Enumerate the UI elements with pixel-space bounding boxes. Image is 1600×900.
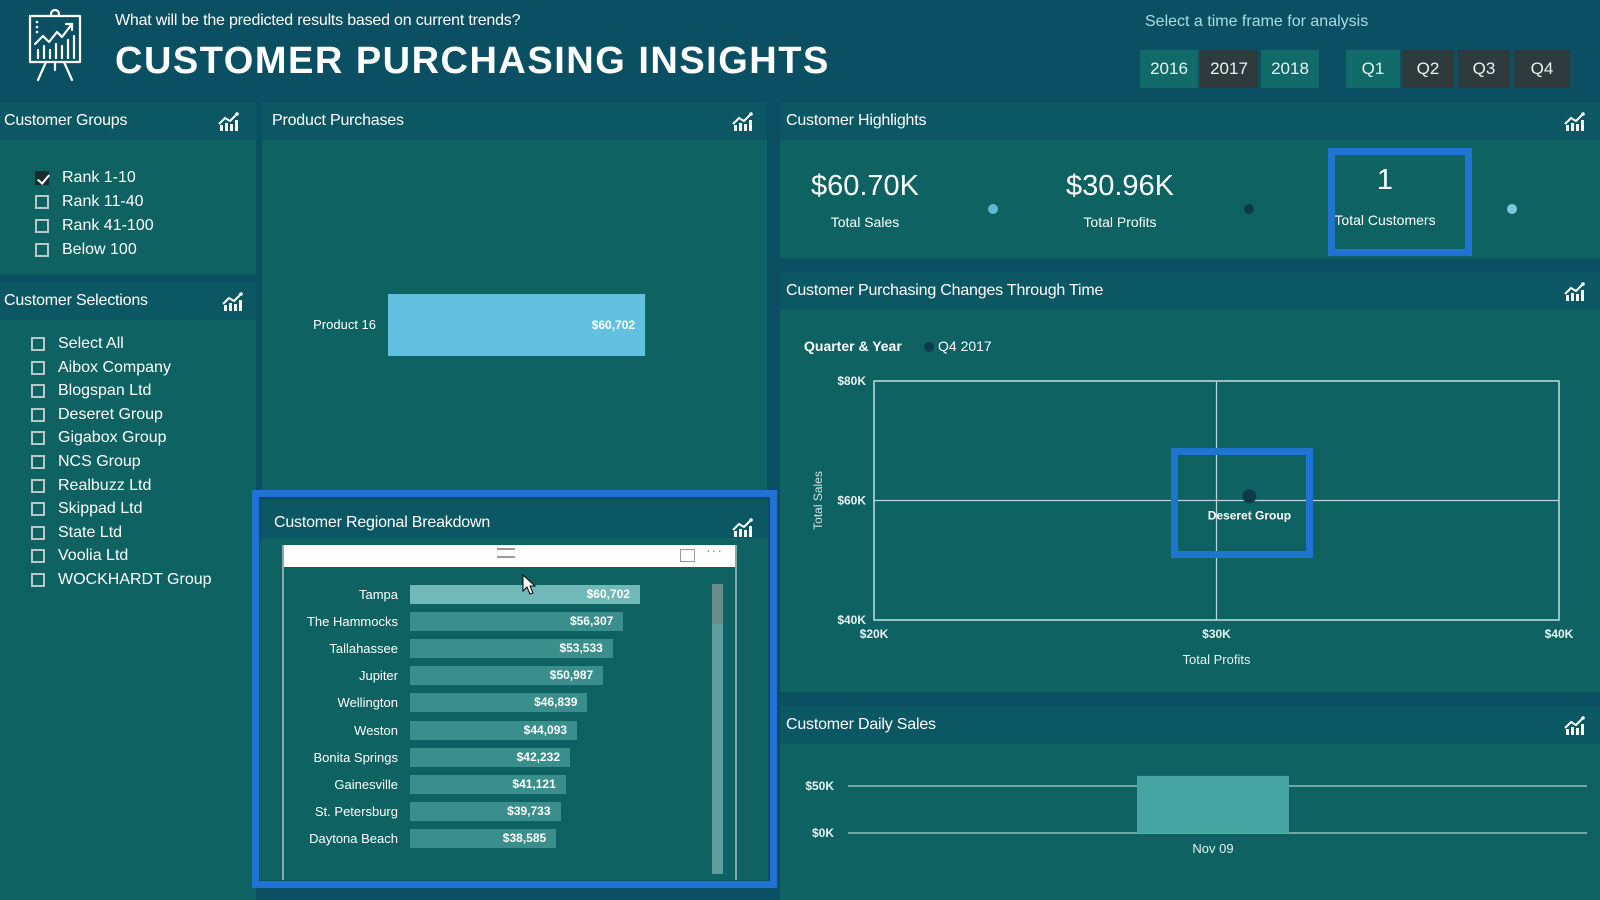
- panel-header: Customer Selections: [0, 282, 256, 320]
- slicer-item-customer[interactable]: Gigabox Group: [31, 429, 167, 447]
- daily-sales-bar[interactable]: [1137, 775, 1289, 833]
- x-tick-label: $40K: [1545, 627, 1574, 641]
- selection-highlight-regional: [252, 490, 777, 888]
- checkbox[interactable]: [31, 360, 45, 375]
- slicer-item-customer[interactable]: Deseret Group: [31, 406, 163, 424]
- x-tick-label: $30K: [1202, 627, 1231, 641]
- y-axis-title: Total Sales: [811, 471, 825, 530]
- checkbox-checked[interactable]: [35, 171, 49, 185]
- y-tick-label: $40K: [837, 613, 866, 627]
- quarter-button-q2[interactable]: Q2: [1402, 50, 1454, 88]
- panel-header: Product Purchases: [262, 102, 767, 140]
- slicer-item-rank-1-10[interactable]: Rank 1-10: [35, 169, 136, 187]
- slicer-item-label: Voolia Ltd: [58, 547, 129, 565]
- daily-sales-panel: Customer Daily Sales $50K $0K Nov 09: [780, 706, 1600, 900]
- chart-icon[interactable]: [222, 292, 244, 312]
- checkbox[interactable]: [31, 573, 45, 587]
- checkbox[interactable]: [31, 525, 45, 540]
- chart-icon[interactable]: [218, 112, 240, 132]
- x-tick-label: $20K: [860, 627, 889, 641]
- dashboard-subtitle: What will be the predicted results based…: [115, 12, 521, 29]
- slicer-item-label: Skippad Ltd: [58, 500, 143, 518]
- customer-highlights-panel: Customer Highlights $60.70K Total Sales …: [780, 102, 1600, 258]
- kpi-dot: [988, 204, 998, 214]
- slicer-item-label: WOCKHARDT Group: [58, 571, 212, 588]
- panel-title: Product Purchases: [272, 112, 404, 129]
- year-button-2017[interactable]: 2017: [1200, 50, 1258, 88]
- kpi-dot: [1244, 204, 1254, 214]
- slicer-item-customer[interactable]: Skippad Ltd: [31, 500, 143, 518]
- slicer-item-customer[interactable]: WOCKHARDT Group: [31, 571, 212, 589]
- y-tick-label: $50K: [805, 779, 834, 793]
- checkbox[interactable]: [35, 243, 49, 257]
- slicer-item-customer[interactable]: Blogspan Ltd: [31, 382, 151, 400]
- slicer-item-customer[interactable]: Realbuzz Ltd: [31, 477, 151, 495]
- quarter-button-q4[interactable]: Q4: [1514, 50, 1570, 88]
- dashboard-title: CUSTOMER PURCHASING INSIGHTS: [115, 40, 830, 82]
- y-tick-label: $60K: [837, 494, 866, 508]
- year-button-2018[interactable]: 2018: [1261, 50, 1319, 88]
- slicer-item-customer[interactable]: Aibox Company: [31, 359, 171, 377]
- checkbox[interactable]: [31, 384, 45, 399]
- checkbox[interactable]: [31, 431, 45, 446]
- checkbox[interactable]: [35, 219, 49, 233]
- slicer-item-customer[interactable]: Select All: [31, 335, 124, 353]
- customer-groups-panel: Customer Groups Rank 1-10 Rank 11-40 Ran…: [0, 102, 256, 274]
- slicer-item-label: NCS Group: [58, 453, 141, 470]
- quarter-button-q3[interactable]: Q3: [1458, 50, 1510, 88]
- kpi-total-profits-value: $30.96K: [1065, 170, 1175, 202]
- panel-header: Customer Highlights: [780, 102, 1600, 140]
- daily-sales-chart: $50K $0K Nov 09: [805, 775, 1587, 856]
- slicer-item-label: Rank 11-40: [62, 193, 144, 210]
- slicer-item-label: Realbuzz Ltd: [58, 476, 152, 494]
- slicer-item-customer[interactable]: NCS Group: [31, 453, 141, 471]
- time-frame-label: Select a time frame for analysis: [1145, 13, 1369, 30]
- slicer-item-label: Deseret Group: [58, 405, 163, 423]
- checkbox[interactable]: [31, 478, 45, 493]
- y-tick-label: $0K: [812, 826, 834, 840]
- panel-title: Customer Selections: [4, 292, 148, 309]
- year-button-2016[interactable]: 2016: [1140, 50, 1198, 88]
- kpi-total-sales-value: $60.70K: [810, 170, 920, 202]
- checkbox[interactable]: [35, 195, 49, 209]
- kpi-total-sales-label: Total Sales: [830, 214, 900, 230]
- customer-selections-panel: Customer Selections Select All Aibox Comp…: [0, 282, 256, 900]
- slicer-item-label: Rank 1-10: [62, 169, 136, 186]
- checkbox[interactable]: [31, 455, 45, 469]
- bar-category-label: Product 16: [313, 317, 376, 332]
- chart-icon[interactable]: [732, 112, 754, 132]
- slicer-item-label: Gigabox Group: [58, 429, 167, 447]
- product-purchases-chart: Product 16 $60,702: [313, 294, 646, 356]
- presentation-chart-icon: [24, 8, 86, 84]
- chart-icon[interactable]: [1564, 112, 1586, 132]
- panel-title: Customer Highlights: [786, 112, 927, 129]
- slicer-item-label: State Ltd: [58, 523, 123, 541]
- panel-header: Customer Groups: [0, 102, 256, 140]
- slicer-item-below-100[interactable]: Below 100: [35, 241, 137, 259]
- slicer-item-label: Blogspan Ltd: [58, 382, 152, 400]
- product-purchases-panel: Product Purchases Product 16 $60,702: [262, 102, 767, 492]
- slicer-item-label: Rank 41-100: [62, 217, 154, 234]
- kpi-dot: [1507, 204, 1517, 214]
- bar-data-label: $60,702: [592, 318, 636, 332]
- checkbox[interactable]: [31, 549, 45, 564]
- slicer-item-label: Below 100: [62, 241, 137, 258]
- slicer-item-rank-11-40[interactable]: Rank 11-40: [35, 193, 144, 211]
- slicer-item-rank-41-100[interactable]: Rank 41-100: [35, 217, 154, 235]
- x-axis-title: Total Profits: [1183, 652, 1251, 667]
- x-tick-label: Nov 09: [1192, 841, 1233, 856]
- panel-title: Customer Groups: [4, 112, 128, 129]
- slicer-item-label: Select All: [58, 335, 124, 352]
- checkbox[interactable]: [31, 502, 45, 517]
- y-tick-label: $80K: [837, 374, 866, 388]
- checkbox[interactable]: [31, 337, 45, 351]
- slicer-item-customer[interactable]: Voolia Ltd: [31, 547, 128, 565]
- checkbox[interactable]: [31, 407, 45, 422]
- selection-highlight-customers: [1328, 148, 1472, 256]
- slicer-item-customer[interactable]: State Ltd: [31, 524, 122, 542]
- kpi-total-profits-label: Total Profits: [1083, 214, 1157, 230]
- selection-highlight-scatter: [1171, 448, 1313, 558]
- slicer-item-label: Aibox Company: [58, 358, 171, 376]
- quarter-button-q1[interactable]: Q1: [1346, 50, 1400, 88]
